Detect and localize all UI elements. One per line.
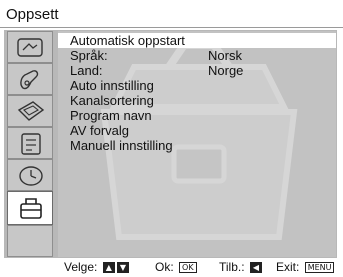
tab-empty [7, 225, 53, 257]
up-arrow-icon: ▲ [102, 262, 115, 274]
title-divider [0, 27, 343, 28]
tab-screen[interactable] [7, 95, 53, 127]
menu-item[interactable]: Auto innstilling [58, 78, 336, 93]
screen-control-icon [17, 101, 45, 121]
menu-panel: Automatisk oppstart Språk: Norsk Land: Norge… [58, 31, 336, 257]
menu-key-icon: MENU [304, 262, 335, 274]
exit-hint-label: Exit: [276, 260, 300, 274]
menu-item-label: Program navn [70, 108, 152, 123]
menu-item[interactable]: Land: Norge [58, 63, 336, 78]
exit-hint: Exit: MENU [276, 258, 335, 277]
picture-adjust-icon [17, 38, 43, 57]
menu-item[interactable]: Språk: Norsk [58, 48, 336, 63]
back-hint-label: Tilb.: [219, 260, 245, 274]
menu-item[interactable]: Program navn [58, 108, 336, 123]
setup-toolbox-icon [20, 198, 42, 219]
menu-item-value: Norge [208, 63, 244, 78]
menu-item-label: Manuell innstilling [70, 138, 173, 153]
tab-setup[interactable] [7, 191, 53, 225]
menu-item-label: Auto innstilling [70, 78, 154, 93]
tab-timer[interactable] [7, 159, 53, 191]
tab-features[interactable] [7, 127, 53, 159]
select-hint-label: Velge: [64, 260, 98, 274]
ok-key-icon: OK [179, 262, 197, 274]
ok-hint: Ok: OK [155, 258, 197, 277]
menu-item-label: Land: [70, 63, 103, 78]
menu-item[interactable]: AV forvalg [58, 123, 336, 138]
ok-hint-label: Ok: [155, 260, 174, 274]
select-hint: Velge: ▲ ▼ [64, 258, 130, 277]
menu-item-label: Automatisk oppstart [70, 33, 185, 48]
menu-item[interactable]: Automatisk oppstart [58, 33, 336, 48]
tab-sound[interactable] [7, 63, 53, 95]
menu-item[interactable]: Kanalsortering [58, 93, 336, 108]
back-key-icon: ◀ [249, 262, 263, 274]
tv-menu-screen: Oppsett Automatisk oppstart Språk: Norsk… [0, 0, 343, 277]
features-icon [21, 133, 41, 155]
menu-item-label: Kanalsortering [70, 93, 154, 108]
down-arrow-icon: ▼ [116, 262, 130, 274]
sound-adjust-icon [20, 70, 39, 90]
key-guide: Velge: ▲ ▼ Ok: OK Tilb.: ◀ Exit: MENU [0, 258, 343, 277]
menu-title: Oppsett [6, 6, 59, 23]
menu-item-value: Norsk [208, 48, 242, 63]
menu-item[interactable]: Manuell innstilling [58, 138, 336, 153]
menu-item-label: Språk: [70, 48, 108, 63]
back-hint: Tilb.: ◀ [219, 258, 263, 277]
menu-item-label: AV forvalg [70, 123, 130, 138]
tab-picture[interactable] [7, 31, 53, 63]
timer-icon [19, 166, 43, 186]
